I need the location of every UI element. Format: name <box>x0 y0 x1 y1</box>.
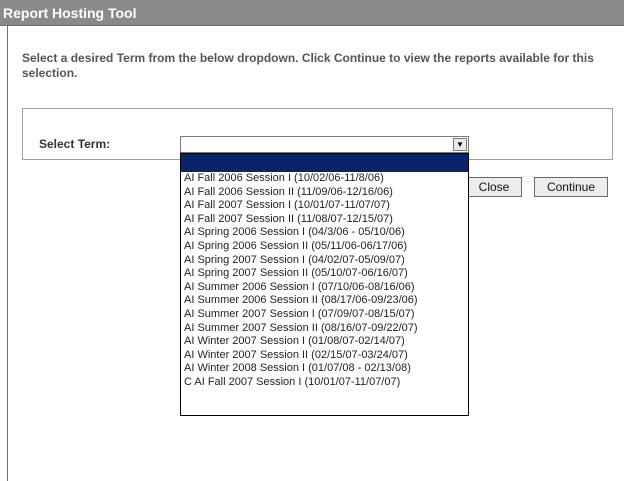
dropdown-option[interactable]: AI Spring 2006 Session II (05/11/06-06/1… <box>181 240 468 254</box>
close-button[interactable]: Close <box>466 177 522 197</box>
term-select[interactable]: ▼ <box>180 136 469 153</box>
dropdown-option[interactable]: C AI Fall 2007 Session I (10/01/07-11/07… <box>181 376 468 390</box>
instructions-text: Select a desired Term from the below dro… <box>22 51 594 80</box>
dropdown-option[interactable]: AI Spring 2006 Session I (04/3/06 - 05/1… <box>181 226 468 240</box>
dropdown-option[interactable]: AI Fall 2006 Session I (10/02/06-11/8/06… <box>181 172 468 186</box>
dropdown-option[interactable]: AI Fall 2007 Session II (11/08/07-12/15/… <box>181 213 468 227</box>
window-title: Report Hosting Tool <box>0 0 624 26</box>
dropdown-option[interactable]: AI Summer 2007 Session II (08/16/07-09/2… <box>181 322 468 336</box>
term-dropdown-list[interactable]: AI Fall 2006 Session I (10/02/06-11/8/06… <box>180 153 469 416</box>
dropdown-arrow-icon[interactable]: ▼ <box>453 138 467 151</box>
select-term-label: Select Term: <box>39 137 111 151</box>
continue-button[interactable]: Continue <box>534 177 608 197</box>
dropdown-option[interactable]: AI Spring 2007 Session II (05/10/07-06/1… <box>181 267 468 281</box>
dropdown-option[interactable]: AI Spring 2007 Session I (04/02/07-05/09… <box>181 254 468 268</box>
dropdown-option[interactable]: AI Summer 2007 Session I (07/09/07-08/15… <box>181 308 468 322</box>
dropdown-option[interactable]: AI Fall 2007 Session I (10/01/07-11/07/0… <box>181 199 468 213</box>
dropdown-option[interactable]: AI Summer 2006 Session I (07/10/06-08/16… <box>181 281 468 295</box>
dropdown-option[interactable]: AI Winter 2007 Session I (01/08/07-02/14… <box>181 335 468 349</box>
dropdown-option[interactable]: AI Fall 2006 Session II (11/09/06-12/16/… <box>181 186 468 200</box>
frame-border <box>7 26 8 481</box>
dropdown-option-blank-highlighted[interactable] <box>181 154 468 172</box>
dropdown-option[interactable]: AI Winter 2007 Session II (02/15/07-03/2… <box>181 349 468 363</box>
dropdown-option[interactable]: AI Summer 2006 Session II (08/17/06-09/2… <box>181 294 468 308</box>
dropdown-option[interactable]: AI Winter 2008 Session I (01/07/08 - 02/… <box>181 362 468 376</box>
